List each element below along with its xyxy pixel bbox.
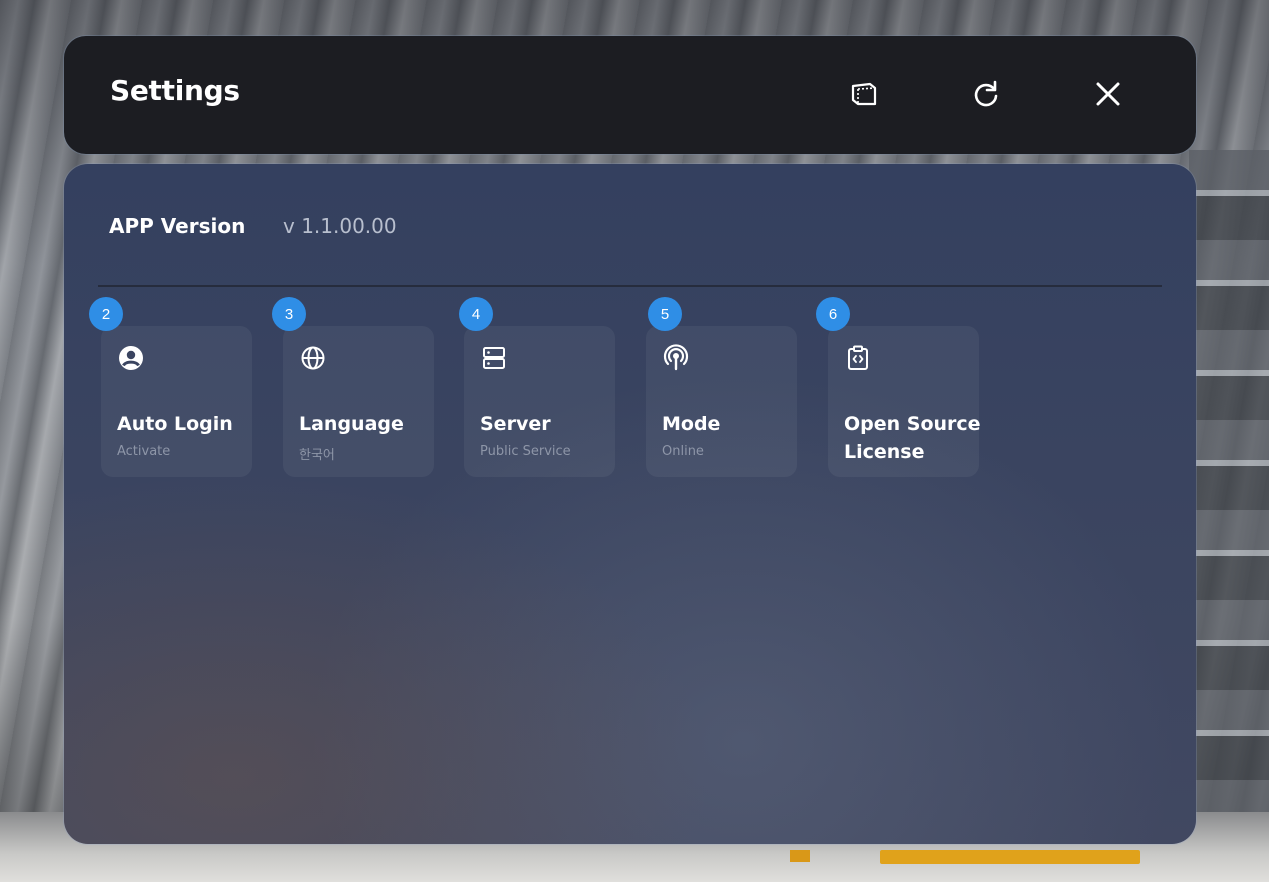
window-title: Settings [110,74,240,107]
mode-value: Online [662,444,704,459]
badge-5: 5 [648,297,682,331]
broadcast-icon [662,344,690,372]
mode-card[interactable]: Mode Online [646,326,797,477]
app-version-value: v 1.1.00.00 [283,214,397,238]
globe-icon [299,344,327,372]
server-card[interactable]: Server Public Service [464,326,615,477]
auto-login-card[interactable]: Auto Login Activate [101,326,252,477]
refresh-button[interactable] [966,74,1006,114]
language-card[interactable]: Language 한국어 [283,326,434,477]
code-clipboard-icon [844,344,872,372]
server-value: Public Service [480,444,571,459]
badge-3: 3 [272,297,306,331]
refresh-icon [974,80,998,107]
auto-login-title: Auto Login [117,413,233,435]
badge-2: 2 [89,297,123,331]
close-button[interactable] [1088,74,1128,114]
open-source-license-card[interactable]: Open Source License [828,326,981,477]
background-shelves [1189,150,1269,850]
mode-title: Mode [662,413,721,435]
open-source-license-title: Open Source License [844,413,981,463]
auto-login-status: Activate [117,444,171,459]
settings-panel: APP Version v 1.1.00.00 Auto Login Activ… [64,164,1196,844]
app-version-label: APP Version [109,214,246,238]
badge-4: 4 [459,297,493,331]
background-pallet [880,850,1140,864]
language-title: Language [299,413,404,435]
screen-frame-button[interactable] [844,74,884,114]
server-title: Server [480,413,551,435]
screen-frame-icon [851,82,877,106]
user-circle-icon [117,344,145,372]
badge-6: 6 [816,297,850,331]
server-icon [480,344,508,372]
background-cart [790,850,810,862]
close-icon [1096,82,1120,106]
settings-title-bar: Settings [64,36,1196,154]
language-value: 한국어 [299,448,335,463]
divider [98,285,1162,287]
